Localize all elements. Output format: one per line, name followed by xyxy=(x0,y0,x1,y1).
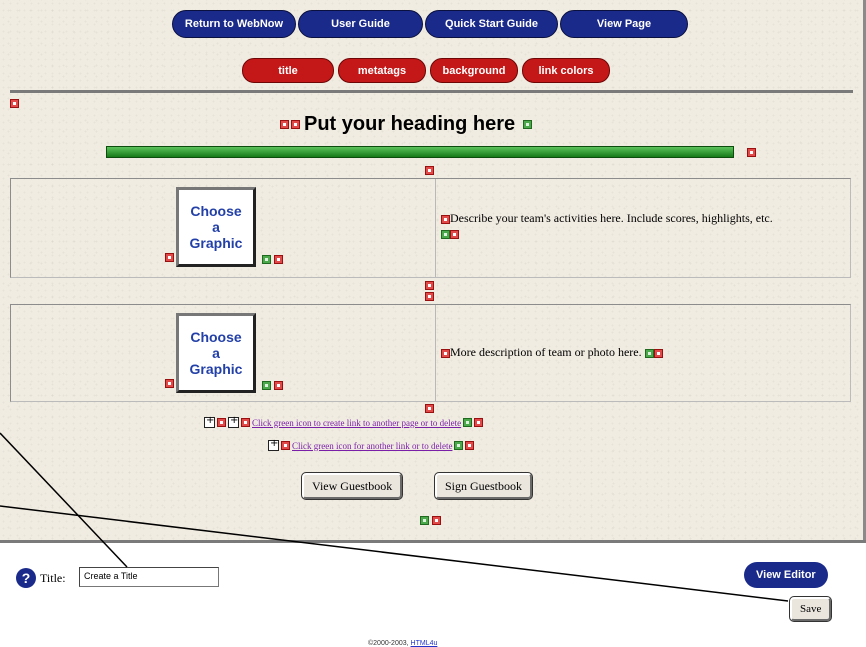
top-divider xyxy=(10,90,853,93)
copyright-text: ©2000-2003, xyxy=(368,640,409,647)
description-text[interactable]: Describe your team's activities here. In… xyxy=(450,211,773,225)
graphic-label: Graphic xyxy=(189,361,243,378)
graphic-label: a xyxy=(212,218,220,235)
graphic-label: Choose xyxy=(190,202,242,219)
page-settings-nav: title metatags background link colors xyxy=(242,58,610,83)
delete-icon[interactable] xyxy=(450,229,459,239)
view-guestbook-button[interactable]: View Guestbook xyxy=(300,472,404,500)
page-heading[interactable]: Put your heading here xyxy=(304,113,515,136)
add-icon[interactable] xyxy=(523,120,533,129)
edit-icon[interactable] xyxy=(425,281,434,290)
graphic-label: Choose xyxy=(190,328,242,345)
page-heading-row: Put your heading here xyxy=(280,113,533,136)
edit-icon[interactable] xyxy=(747,148,756,157)
choose-graphic-button[interactable]: Choose a Graphic xyxy=(176,187,256,267)
editor-footer xyxy=(0,543,866,647)
edit-icon[interactable] xyxy=(291,120,300,129)
delete-icon[interactable] xyxy=(241,418,250,427)
save-button[interactable]: Save xyxy=(788,596,833,622)
edit-icon[interactable] xyxy=(441,214,450,224)
title-field-label: ? Title: xyxy=(16,568,66,588)
add-icon[interactable] xyxy=(420,516,429,525)
content-block-2: Choose a Graphic More description of tea… xyxy=(10,304,851,402)
add-link-icon[interactable] xyxy=(204,415,215,428)
add-icon[interactable] xyxy=(644,348,654,358)
delete-icon[interactable] xyxy=(465,441,475,450)
copyright-link[interactable]: HTML4u xyxy=(411,640,438,647)
link-colors-tab[interactable]: link colors xyxy=(522,58,610,83)
main-nav: Return to WebNow User Guide Quick Start … xyxy=(172,10,688,38)
title-label-text: Title: xyxy=(40,570,66,585)
edit-icon[interactable] xyxy=(425,404,434,413)
delete-icon[interactable] xyxy=(474,418,484,427)
add-icon[interactable] xyxy=(441,229,450,239)
user-guide-button[interactable]: User Guide xyxy=(298,10,423,38)
editor-canvas: Return to WebNow User Guide Quick Start … xyxy=(0,0,866,540)
add-link-icon[interactable] xyxy=(268,438,279,451)
metatags-tab[interactable]: metatags xyxy=(338,58,426,83)
edit-icon[interactable] xyxy=(425,166,434,175)
edit-icon[interactable] xyxy=(165,379,174,388)
delete-icon[interactable] xyxy=(432,516,441,525)
link-instruction-1[interactable]: Click green icon to create link to anoth… xyxy=(252,418,461,428)
description-2: More description of team or photo here. xyxy=(441,345,781,360)
title-tab[interactable]: title xyxy=(242,58,334,83)
add-icon[interactable] xyxy=(262,381,271,390)
delete-icon[interactable] xyxy=(425,292,434,301)
link-row-1: Click green icon to create link to anoth… xyxy=(204,415,484,428)
quick-start-guide-button[interactable]: Quick Start Guide xyxy=(425,10,558,38)
horizontal-rule xyxy=(106,146,734,158)
description-text[interactable]: More description of team or photo here. xyxy=(450,345,642,359)
graphic-label: a xyxy=(212,344,220,361)
graphic-label: Graphic xyxy=(189,235,243,252)
edit-icon[interactable] xyxy=(217,418,226,427)
link-row-2: Click green icon for another link or to … xyxy=(268,438,475,451)
choose-graphic-button[interactable]: Choose a Graphic xyxy=(176,313,256,393)
title-input[interactable]: Create a Title xyxy=(79,567,219,587)
sign-guestbook-button[interactable]: Sign Guestbook xyxy=(433,472,534,500)
view-editor-button[interactable]: View Editor xyxy=(744,562,828,588)
add-link-icon[interactable] xyxy=(228,415,239,428)
background-tab[interactable]: background xyxy=(430,58,518,83)
add-icon[interactable] xyxy=(463,418,473,427)
edit-icon[interactable] xyxy=(165,253,174,262)
edit-icon[interactable] xyxy=(10,99,19,108)
help-icon[interactable]: ? xyxy=(16,568,36,588)
delete-icon[interactable] xyxy=(274,381,283,390)
column-divider xyxy=(435,179,436,277)
view-page-button[interactable]: View Page xyxy=(560,10,688,38)
return-to-webnow-button[interactable]: Return to WebNow xyxy=(172,10,296,38)
delete-icon[interactable] xyxy=(653,348,663,358)
add-icon[interactable] xyxy=(262,255,271,264)
delete-icon[interactable] xyxy=(274,255,283,264)
column-divider xyxy=(435,305,436,401)
edit-icon[interactable] xyxy=(281,441,290,450)
edit-icon[interactable] xyxy=(441,348,450,358)
description-1: Describe your team's activities here. In… xyxy=(441,211,781,241)
link-instruction-2[interactable]: Click green icon for another link or to … xyxy=(292,441,452,451)
content-block-1: Choose a Graphic Describe your team's ac… xyxy=(10,178,851,278)
add-icon[interactable] xyxy=(454,441,464,450)
copyright-notice: ©2000-2003, HTML4u xyxy=(368,640,437,647)
delete-icon[interactable] xyxy=(280,120,289,129)
